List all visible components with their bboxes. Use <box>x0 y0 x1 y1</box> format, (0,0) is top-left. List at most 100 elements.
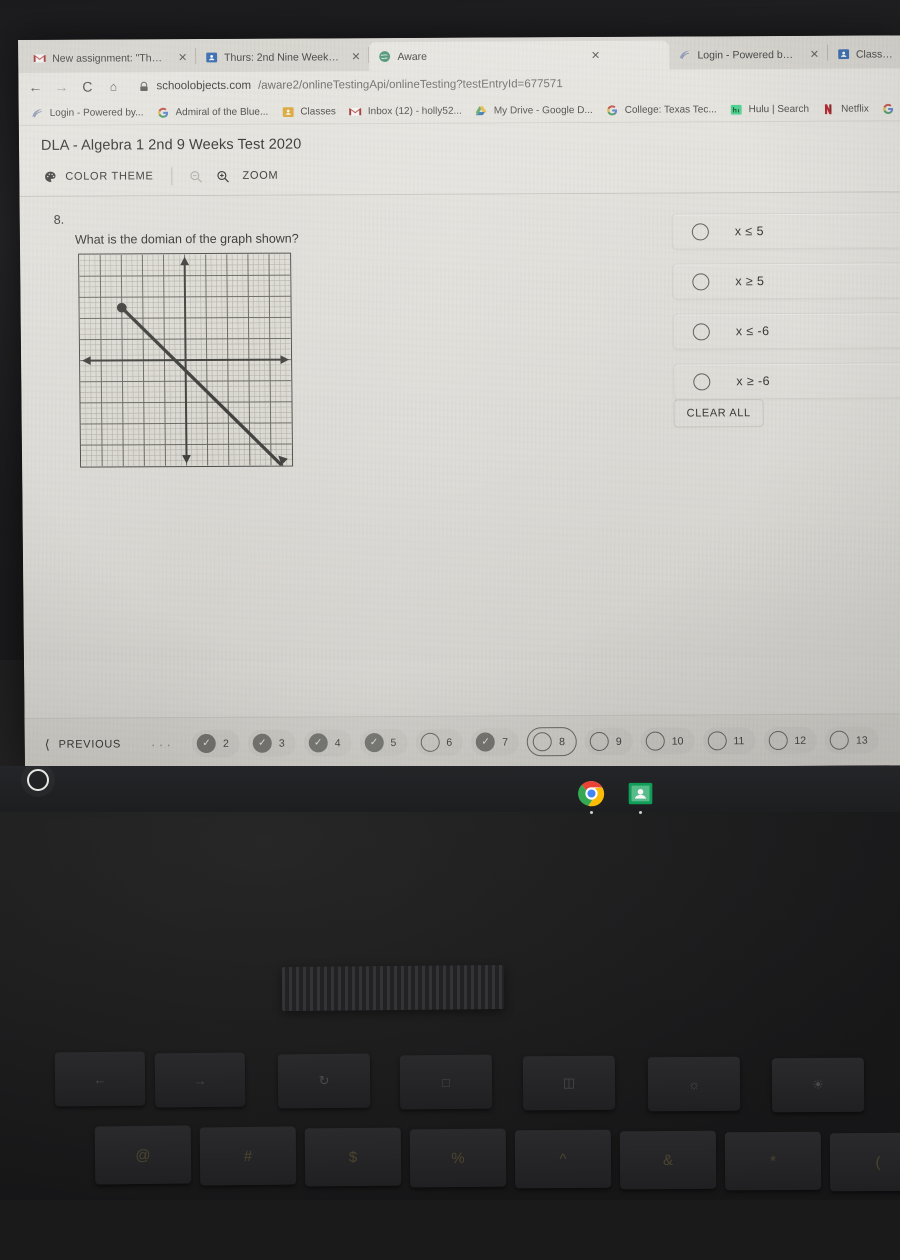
nav-question-11[interactable]: 11 <box>702 727 755 754</box>
answered-check-icon: ✓ <box>197 734 216 753</box>
nav-question-6[interactable]: 6 <box>415 729 463 756</box>
key-2[interactable]: @ <box>95 1125 192 1184</box>
laptop-keyboard: ← → ↻ □ ◫ ☼ ☀ @ # $ % ^ & * ( <box>0 940 900 1200</box>
radio-button[interactable] <box>693 373 710 390</box>
color-theme-label: COLOR THEME <box>65 170 153 182</box>
address-bar[interactable]: schoolobjects.com/aware2/onlineTestingAp… <box>132 76 894 92</box>
nav-question-3[interactable]: ✓ 3 <box>248 730 296 757</box>
nav-question-number: 2 <box>223 737 229 749</box>
nav-question-number: 3 <box>279 737 285 749</box>
nav-ellipsis: ··· <box>151 736 192 752</box>
zoom-label: ZOOM <box>242 170 278 182</box>
question-number: 8. <box>54 213 65 227</box>
key-back[interactable]: ← <box>55 1052 146 1107</box>
site-info-icon[interactable] <box>138 81 149 92</box>
nav-question-4[interactable]: ✓ 4 <box>304 729 352 756</box>
nav-question-10[interactable]: 10 <box>641 727 695 754</box>
key-glyph: % <box>451 1149 464 1166</box>
bookmark-item[interactable] <box>878 102 900 115</box>
tab-title: Login - Powered by Skyward <box>697 48 798 61</box>
unanswered-bubble-icon <box>707 731 726 750</box>
nav-question-number: 9 <box>616 735 622 747</box>
chrome-shelf-item[interactable] <box>578 780 605 814</box>
nav-question-12[interactable]: 12 <box>763 727 817 754</box>
previous-button[interactable]: ⟨ PREVIOUS <box>45 736 151 753</box>
nav-question-number: 7 <box>502 736 508 748</box>
bookmark-label: Netflix <box>841 103 869 114</box>
shelf-active-dot <box>639 811 642 814</box>
bookmark-label: My Drive - Google D... <box>494 104 593 116</box>
bookmark-item[interactable]: My Drive - Google D... <box>471 103 602 117</box>
tab-close-icon[interactable]: ✕ <box>810 48 819 61</box>
bookmark-item[interactable]: Admiral of the Blue... <box>152 105 277 119</box>
browser-tab[interactable]: Classwork f <box>828 39 900 68</box>
color-theme-button[interactable]: COLOR THEME <box>43 169 171 184</box>
key-forward[interactable]: → <box>155 1053 246 1108</box>
nav-question-9[interactable]: 9 <box>585 728 633 755</box>
home-button[interactable]: ⌂ <box>106 79 120 93</box>
option-label: x ≤ -6 <box>736 324 770 338</box>
nav-question-7[interactable]: ✓ 7 <box>471 728 519 755</box>
clear-all-button[interactable]: CLEAR ALL <box>673 399 763 427</box>
key-3[interactable]: # <box>200 1126 297 1185</box>
tab-close-icon[interactable]: ✕ <box>591 49 600 62</box>
question-navigation-bar: ⟨ PREVIOUS ··· ✓ 2 ✓ 3 ✓ 4 <box>25 713 900 770</box>
back-button[interactable]: ← <box>28 79 42 95</box>
nav-question-2[interactable]: ✓ 2 <box>192 730 240 757</box>
tab-close-icon[interactable]: ✕ <box>351 50 360 63</box>
reload-button[interactable]: C <box>80 79 94 95</box>
classroom-icon <box>205 51 218 64</box>
chevron-left-icon: ⟨ <box>45 736 51 752</box>
browser-tab[interactable]: Thurs: 2nd Nine Weeks Assessm ✕ <box>196 42 369 72</box>
bookmark-item[interactable]: Inbox (12) - holly52... <box>345 104 471 118</box>
nav-question-13[interactable]: 13 <box>825 726 879 753</box>
bookmark-item[interactable]: Netflix <box>818 102 878 115</box>
browser-tab[interactable]: Login - Powered by Skyward ✕ <box>669 40 827 70</box>
forward-button[interactable]: → <box>54 79 68 95</box>
keyboard-hinge-vent <box>282 965 504 1011</box>
key-brightness-down[interactable]: ☼ <box>648 1057 740 1112</box>
google-icon <box>606 103 619 116</box>
browser-tab-active[interactable]: Aware ✕ <box>369 41 669 72</box>
nav-question-number: 10 <box>672 735 684 747</box>
answer-option[interactable]: x ≥ 5 <box>672 261 900 299</box>
key-9[interactable]: ( <box>830 1133 900 1192</box>
browser-tab[interactable]: New assignment: "Thurs: 2nd Ni ✕ <box>24 43 195 73</box>
launcher-circle-icon[interactable] <box>27 769 49 791</box>
option-label: x ≥ -6 <box>736 374 770 388</box>
key-7[interactable]: & <box>620 1131 716 1190</box>
bookmark-item[interactable]: Classes <box>277 105 345 118</box>
answer-option[interactable]: x ≥ -6 <box>673 361 900 399</box>
radio-button[interactable] <box>692 273 709 290</box>
key-5[interactable]: % <box>410 1129 507 1188</box>
bookmark-label: Inbox (12) - holly52... <box>368 105 462 116</box>
tab-close-icon[interactable]: ✕ <box>178 51 187 64</box>
bookmark-item[interactable]: Hulu | Search <box>726 102 819 115</box>
url-path: /aware2/onlineTestingApi/onlineTesting?t… <box>258 78 563 92</box>
radio-button[interactable] <box>692 223 709 240</box>
key-6[interactable]: ^ <box>515 1130 611 1189</box>
key-brightness-up[interactable]: ☀ <box>772 1058 864 1113</box>
bookmark-item[interactable]: Login - Powered by... <box>27 106 153 120</box>
key-4[interactable]: $ <box>305 1128 402 1187</box>
option-label: x ≤ 5 <box>735 224 764 238</box>
bookmark-item[interactable]: College: Texas Tec... <box>602 103 726 117</box>
key-glyph: * <box>770 1152 776 1169</box>
answered-check-icon: ✓ <box>476 733 495 752</box>
key-8[interactable]: * <box>725 1132 821 1191</box>
nav-question-5[interactable]: ✓ 5 <box>359 729 407 756</box>
previous-label: PREVIOUS <box>58 738 121 750</box>
key-fullscreen[interactable]: □ <box>400 1055 492 1110</box>
nav-question-8-current[interactable]: 8 <box>527 727 577 756</box>
key-overview[interactable]: ◫ <box>523 1056 615 1111</box>
zoom-in-icon[interactable] <box>215 168 230 183</box>
classroom-shelf-item[interactable] <box>627 780 654 814</box>
radio-button[interactable] <box>693 323 710 340</box>
netflix-icon <box>822 102 835 115</box>
answer-option[interactable]: x ≤ 5 <box>672 211 900 249</box>
answered-check-icon: ✓ <box>364 733 383 752</box>
key-reload[interactable]: ↻ <box>278 1054 370 1109</box>
key-glyph: & <box>663 1151 673 1168</box>
zoom-out-icon[interactable] <box>188 169 203 184</box>
answer-option[interactable]: x ≤ -6 <box>673 311 900 349</box>
